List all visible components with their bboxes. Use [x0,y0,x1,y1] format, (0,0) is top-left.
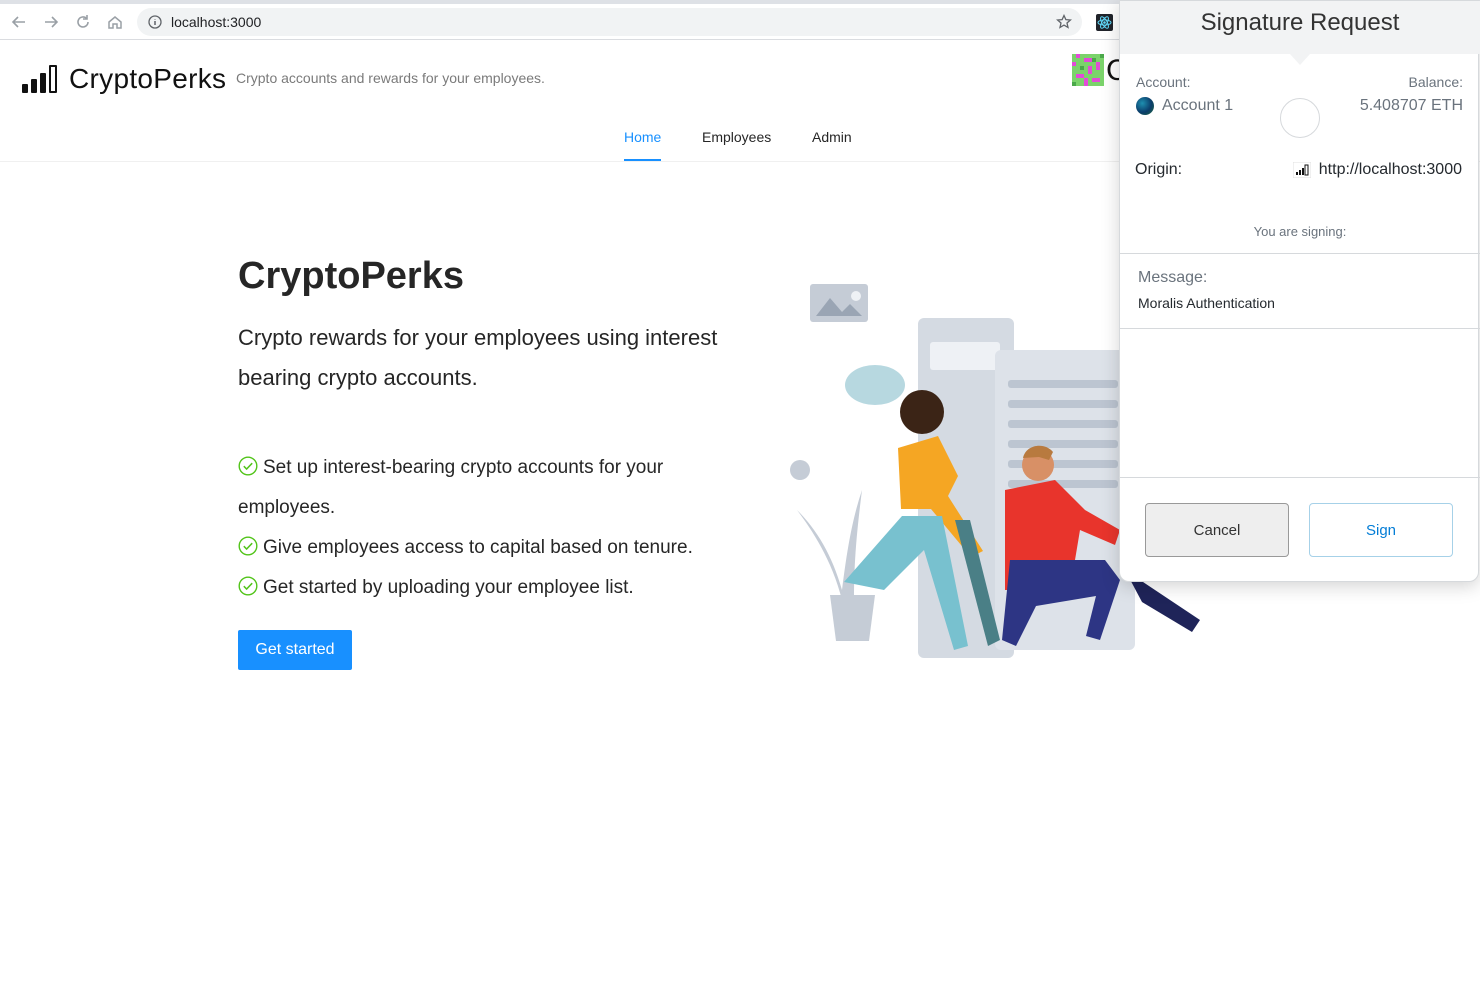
divider [1120,253,1480,254]
feature-text: Give employees access to capital based o… [263,537,693,558]
nav-admin[interactable]: Admin [812,129,852,161]
tagline: Crypto accounts and rewards for your emp… [236,70,545,86]
divider [1120,328,1480,329]
feature-item: Give employees access to capital based o… [238,528,758,568]
account-identicon [1136,97,1154,115]
account-name: Account 1 [1162,97,1234,114]
feature-item: Get started by uploading your employee l… [238,568,758,608]
feature-text: Set up interest-bearing crypto accounts … [238,457,664,518]
info-icon[interactable] [148,15,162,34]
divider [1120,477,1480,478]
brand-name[interactable]: CryptoPerks [69,63,226,95]
popup-title: Signature Request [1200,9,1400,36]
nav-home[interactable]: Home [624,129,662,161]
signature-request-popup: Signature Request Account: Account 1 Bal… [1119,0,1480,582]
account-label: Account: [1136,74,1191,90]
origin-label: Origin: [1135,161,1183,178]
hero-subtitle: Crypto rewards for your employees using … [238,325,718,390]
sign-button[interactable]: Sign [1309,503,1453,557]
message-value: Moralis Authentication [1138,295,1275,311]
hero-title: CryptoPerks [238,255,464,297]
check-circle-icon [238,536,258,556]
logo-bars-icon[interactable] [22,65,57,93]
url-text[interactable]: localhost:3000 [171,14,261,30]
react-devtools-icon[interactable] [1096,14,1113,31]
forward-icon[interactable] [40,11,62,33]
get-started-button[interactable]: Get started [238,630,352,670]
nav-employees[interactable]: Employees [702,129,771,161]
bookmark-star-icon[interactable] [1056,13,1072,35]
user-avatar[interactable] [1072,54,1104,86]
cancel-button[interactable]: Cancel [1145,503,1289,557]
reload-icon[interactable] [72,11,94,33]
origin-value: http://localhost:3000 [1292,161,1462,179]
origin-url: http://localhost:3000 [1318,161,1462,178]
balance-label: Balance: [1408,74,1463,90]
signing-label: You are signing: [1253,224,1347,239]
site-favicon-icon [1292,162,1311,178]
site-icon-circle [1280,98,1320,138]
check-circle-icon [238,456,258,476]
message-label: Message: [1138,269,1208,286]
feature-list: Set up interest-bearing crypto accounts … [238,448,758,608]
back-icon[interactable] [8,11,30,33]
popup-caret [1290,54,1310,65]
check-circle-icon [238,576,258,596]
balance-value: 5.408707 ETH [1359,97,1463,114]
feature-text: Get started by uploading your employee l… [263,577,634,598]
address-bar[interactable]: localhost:3000 [137,8,1082,36]
feature-item: Set up interest-bearing crypto accounts … [238,448,758,528]
account-info: Account 1 [1136,97,1233,115]
home-icon[interactable] [104,11,126,33]
